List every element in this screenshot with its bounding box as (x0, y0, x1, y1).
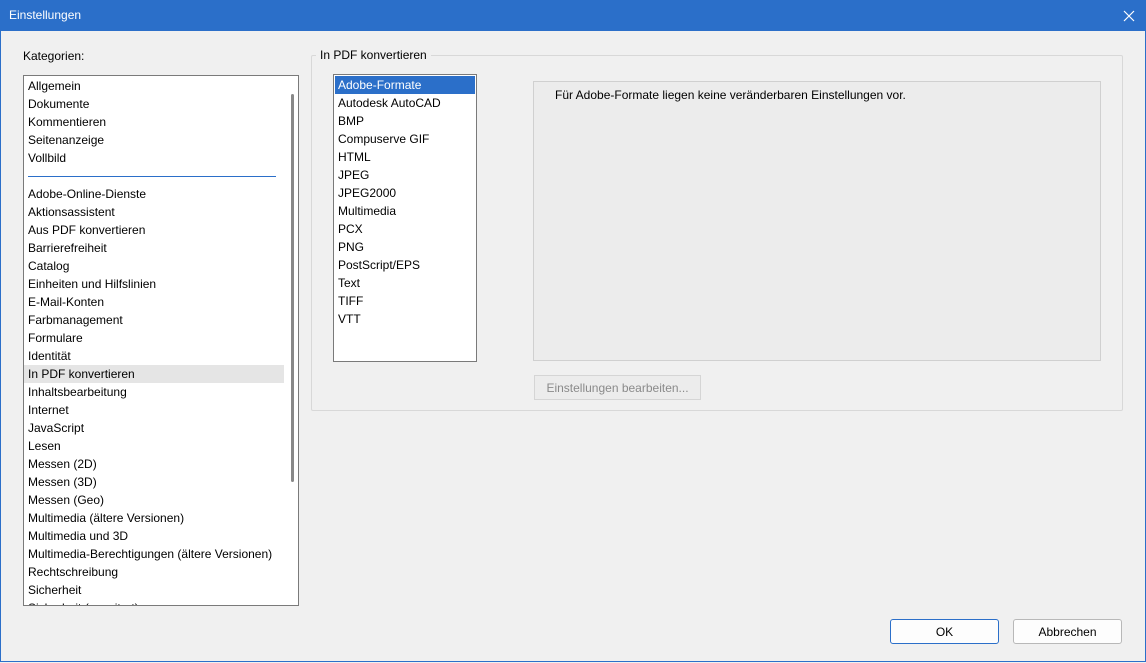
category-item[interactable]: Dokumente (28, 95, 89, 113)
cancel-button[interactable]: Abbrechen (1013, 619, 1122, 644)
category-item[interactable]: Multimedia (ältere Versionen) (28, 509, 184, 527)
category-item[interactable]: Internet (28, 401, 69, 419)
category-item[interactable]: Lesen (28, 437, 61, 455)
categories-scrollbar[interactable] (287, 76, 298, 605)
category-item[interactable]: Adobe-Online-Dienste (28, 185, 146, 203)
category-item[interactable]: Sicherheit (28, 581, 81, 599)
category-item[interactable]: Einheiten und Hilfslinien (28, 275, 156, 293)
info-text: Für Adobe-Formate liegen keine veränderb… (555, 88, 906, 102)
category-item[interactable]: Kommentieren (28, 113, 106, 131)
category-item[interactable]: Catalog (28, 257, 69, 275)
edit-settings-button[interactable]: Einstellungen bearbeiten... (534, 375, 701, 400)
category-item[interactable]: Allgemein (28, 77, 81, 95)
category-item[interactable]: Identität (28, 347, 71, 365)
format-list[interactable]: Adobe-Formate Autodesk AutoCAD BMP Compuser… (333, 74, 477, 362)
category-item[interactable]: Barrierefreiheit (28, 239, 107, 257)
category-item[interactable]: Messen (Geo) (28, 491, 104, 509)
format-item[interactable]: Autodesk AutoCAD (338, 94, 441, 112)
format-item[interactable]: BMP (338, 112, 364, 130)
scrollbar-thumb[interactable] (291, 94, 294, 482)
format-item[interactable]: TIFF (338, 292, 363, 310)
category-item[interactable]: Formulare (28, 329, 83, 347)
format-item[interactable]: PNG (338, 238, 364, 256)
format-item[interactable]: Adobe-Formate (335, 76, 475, 94)
category-item[interactable]: Inhaltsbearbeitung (28, 383, 127, 401)
category-item[interactable]: Multimedia-Berechtigungen (ältere Versio… (28, 545, 272, 563)
group-title: In PDF konvertieren (316, 48, 431, 62)
category-item[interactable]: Multimedia und 3D (28, 527, 128, 545)
category-item[interactable]: Messen (2D) (28, 455, 97, 473)
category-item[interactable]: Messen (3D) (28, 473, 97, 491)
category-item[interactable]: Farbmanagement (28, 311, 123, 329)
category-item[interactable]: Vollbild (28, 149, 66, 167)
close-icon[interactable] (1112, 0, 1146, 31)
category-item[interactable]: Sicherheit (erweitert) (28, 599, 139, 605)
settings-info-box: Für Adobe-Formate liegen keine veränderb… (533, 81, 1101, 361)
category-item[interactable]: Rechtschreibung (28, 563, 118, 581)
category-item[interactable]: Aus PDF konvertieren (28, 221, 145, 239)
format-item[interactable]: HTML (338, 148, 371, 166)
category-item[interactable]: In PDF konvertieren (24, 365, 284, 383)
format-item[interactable]: JPEG (338, 166, 369, 184)
category-separator (28, 176, 276, 177)
category-item[interactable]: JavaScript (28, 419, 84, 437)
category-item[interactable]: Seitenanzeige (28, 131, 104, 149)
format-item[interactable]: PCX (338, 220, 363, 238)
title-bar: Einstellungen (0, 0, 1146, 31)
format-item[interactable]: JPEG2000 (338, 184, 396, 202)
window-title: Einstellungen (9, 8, 82, 22)
category-item[interactable]: E-Mail-Konten (28, 293, 104, 311)
format-item[interactable]: VTT (338, 310, 361, 328)
category-item[interactable]: Aktionsassistent (28, 203, 115, 221)
format-item[interactable]: Text (338, 274, 360, 292)
format-item[interactable]: Compuserve GIF (338, 130, 429, 148)
categories-label: Kategorien: (23, 49, 85, 63)
categories-list[interactable]: Allgemein Dokumente Kommentieren Seitenanze… (23, 75, 299, 606)
format-item[interactable]: PostScript/EPS (338, 256, 420, 274)
format-item[interactable]: Multimedia (338, 202, 396, 220)
ok-button[interactable]: OK (890, 619, 999, 644)
